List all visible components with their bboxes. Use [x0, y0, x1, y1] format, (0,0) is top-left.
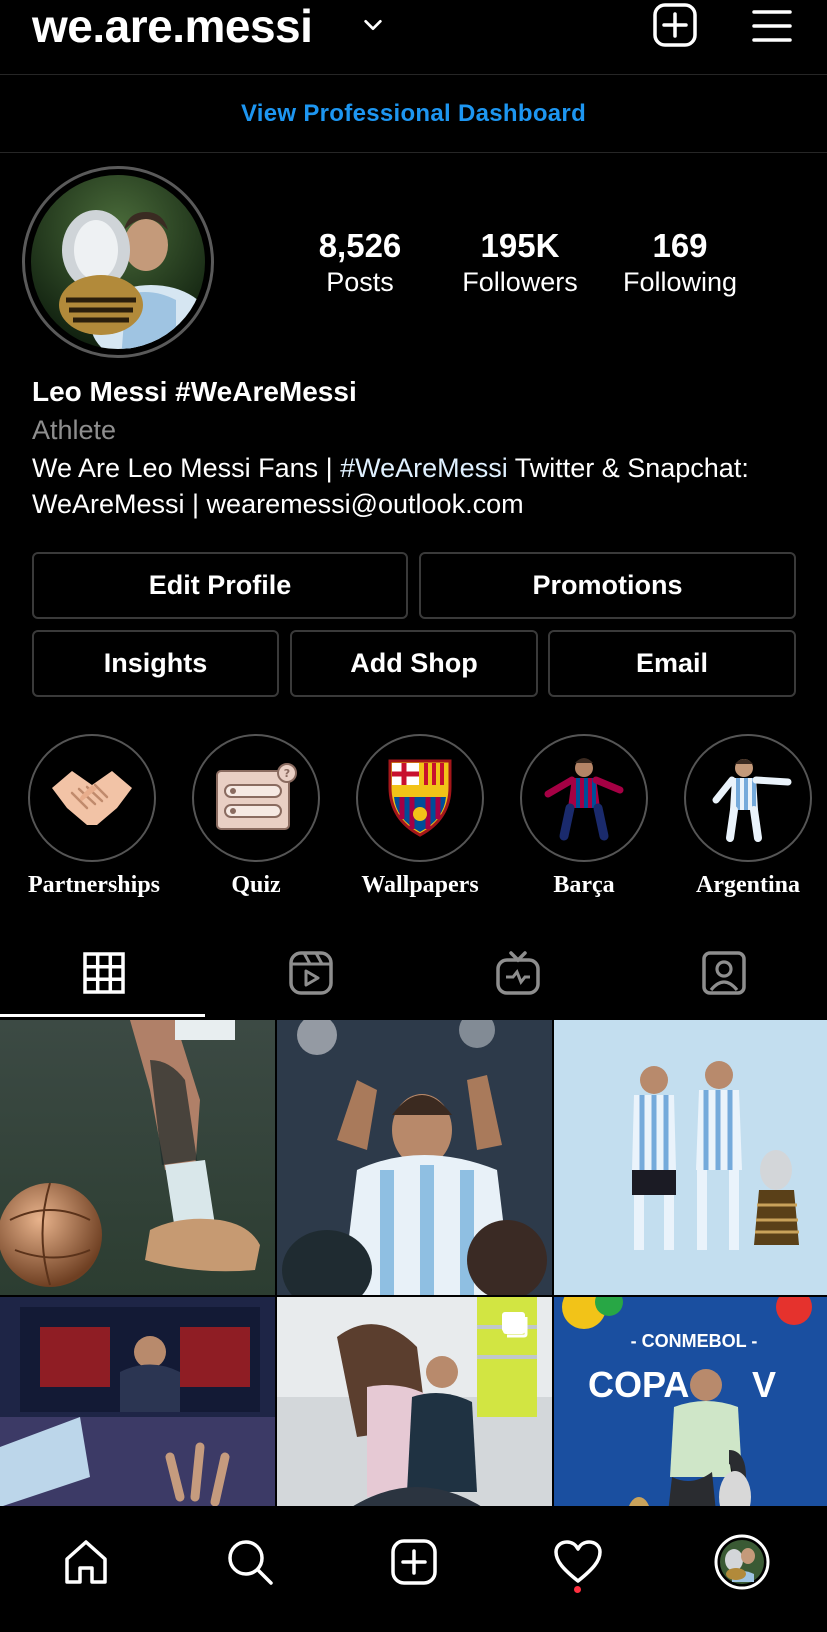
add-shop-button[interactable]: Add Shop: [290, 630, 538, 697]
post-thumbnail[interactable]: [554, 1020, 827, 1295]
professional-dashboard-link[interactable]: View Professional Dashboard: [241, 100, 586, 128]
top-header: we.are.messi: [0, 0, 827, 75]
highlight-label: Partnerships: [28, 872, 160, 898]
tab-reels[interactable]: [207, 930, 414, 1016]
posts-label: Posts: [326, 267, 394, 297]
quiz-box-icon: ?: [216, 763, 297, 830]
home-icon: [65, 1540, 107, 1584]
highlight-circle: ?: [192, 734, 320, 862]
reels-icon: [288, 951, 333, 995]
following-count: 169: [652, 227, 708, 264]
nav-create[interactable]: [384, 1532, 444, 1592]
argentina-player-icon: [712, 759, 792, 842]
promotions-button[interactable]: Promotions: [419, 552, 796, 619]
handshake-icon: [52, 771, 132, 825]
email-button[interactable]: Email: [548, 630, 796, 697]
nav-home[interactable]: [56, 1532, 116, 1592]
fcb-crest-icon: [388, 759, 452, 837]
highlight-quiz[interactable]: ? Quiz: [192, 734, 320, 899]
post-thumbnail[interactable]: [0, 1020, 275, 1295]
account-username[interactable]: we.are.messi: [32, 2, 313, 50]
active-tab-indicator: [0, 1014, 205, 1017]
bottom-navigation: [0, 1506, 827, 1632]
carousel-multi-post-icon: [502, 1312, 528, 1338]
profile-avatar-icon: [714, 1534, 770, 1590]
professional-dashboard-bar: View Professional Dashboard: [0, 76, 827, 153]
tab-tagged[interactable]: [620, 930, 827, 1016]
svg-text:?: ?: [284, 767, 290, 780]
svg-text:COPA: COPA: [588, 1364, 689, 1405]
profile-category: Athlete: [32, 415, 117, 445]
heart-icon: [554, 1540, 602, 1583]
nav-search[interactable]: [220, 1532, 280, 1592]
bio-text: We Are Leo Messi Fans | #WeAreMessi Twit…: [32, 450, 812, 522]
highlight-barca[interactable]: Barça: [520, 734, 648, 899]
search-icon: [228, 1540, 273, 1585]
posts-count: 8,526: [318, 227, 402, 264]
insights-button[interactable]: Insights: [32, 630, 279, 697]
highlight-label: Wallpapers: [361, 872, 479, 898]
chevron-down-icon[interactable]: [362, 14, 384, 36]
new-post-icon: [391, 1539, 437, 1585]
following-label: Following: [622, 267, 738, 297]
tab-posts-grid[interactable]: [0, 930, 207, 1016]
nav-profile[interactable]: [712, 1532, 772, 1592]
tagged-icon: [701, 951, 746, 995]
bio-prefix: We Are Leo Messi Fans |: [32, 453, 341, 483]
new-post-icon[interactable]: [652, 2, 698, 48]
highlight-label: Argentina: [696, 872, 800, 898]
svg-text:- CONMEBOL -: - CONMEBOL -: [631, 1331, 758, 1351]
highlight-circle: [28, 734, 156, 862]
edit-profile-button[interactable]: Edit Profile: [32, 552, 408, 619]
followers-label: Followers: [462, 267, 578, 297]
tab-igtv[interactable]: [414, 930, 621, 1016]
nav-activity[interactable]: [548, 1532, 608, 1592]
svg-text:V: V: [752, 1364, 776, 1405]
highlight-circle: [684, 734, 812, 862]
highlight-wallpapers[interactable]: Wallpapers: [356, 734, 484, 899]
igtv-icon: [495, 951, 540, 995]
activity-notification-dot: [574, 1586, 581, 1593]
menu-icon[interactable]: [750, 6, 794, 46]
bio-hashtag-link[interactable]: #WeAreMessi: [340, 453, 508, 483]
grid-icon: [82, 952, 125, 994]
barca-player-icon: [544, 758, 624, 841]
avatar[interactable]: [31, 175, 205, 349]
post-thumbnail[interactable]: [277, 1020, 552, 1295]
highlight-label: Quiz: [231, 872, 281, 898]
followers-count: 195K: [480, 227, 560, 264]
highlight-label: Barça: [553, 872, 615, 898]
followers-stat[interactable]: 195K Followers: [440, 226, 600, 298]
following-stat[interactable]: 169 Following: [600, 226, 760, 298]
highlight-circle: [520, 734, 648, 862]
highlight-argentina[interactable]: Argentina: [684, 734, 812, 899]
highlight-partnerships[interactable]: Partnerships: [28, 734, 160, 899]
highlight-circle: [356, 734, 484, 862]
display-name: Leo Messi #WeAreMessi: [32, 376, 357, 407]
posts-stat[interactable]: 8,526 Posts: [280, 226, 440, 298]
